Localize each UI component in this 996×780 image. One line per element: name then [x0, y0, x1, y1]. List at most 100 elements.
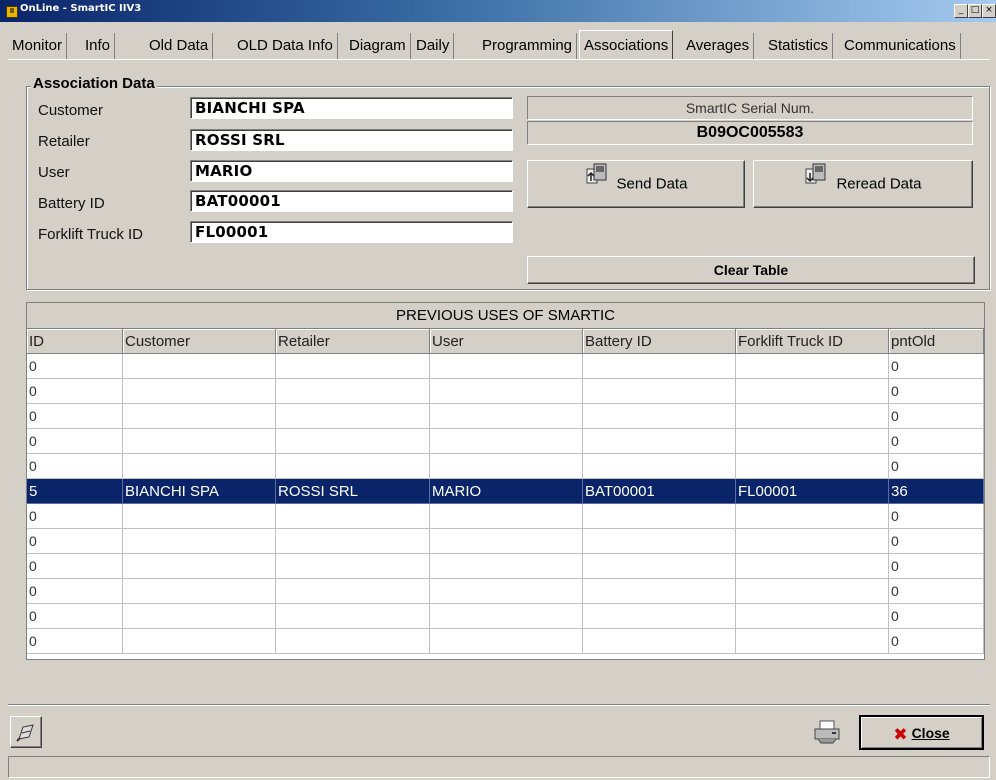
- cell-id[interactable]: 0: [27, 579, 123, 604]
- cell-pntold[interactable]: 0: [889, 429, 984, 454]
- table-row[interactable]: 00: [27, 354, 984, 379]
- tab-old-data-info[interactable]: OLD Data Info: [233, 33, 338, 59]
- cell-forklift-truck-id[interactable]: [736, 404, 889, 429]
- col-header-customer[interactable]: Customer: [123, 329, 276, 354]
- cell-retailer[interactable]: ROSSI SRL: [276, 479, 430, 504]
- cell-customer[interactable]: [123, 379, 276, 404]
- battery-id-field[interactable]: BAT00001: [190, 190, 513, 212]
- cell-customer[interactable]: [123, 354, 276, 379]
- cell-retailer[interactable]: [276, 354, 430, 379]
- cell-battery-id[interactable]: [583, 529, 736, 554]
- col-header-id[interactable]: ID: [27, 329, 123, 354]
- cell-pntold[interactable]: 0: [889, 554, 984, 579]
- table-row[interactable]: 00: [27, 429, 984, 454]
- cell-customer[interactable]: [123, 454, 276, 479]
- table-row[interactable]: 00: [27, 504, 984, 529]
- cell-retailer[interactable]: [276, 579, 430, 604]
- cell-customer[interactable]: [123, 554, 276, 579]
- table-row[interactable]: 00: [27, 554, 984, 579]
- maximize-button[interactable]: □: [968, 4, 982, 18]
- cell-pntold[interactable]: 0: [889, 379, 984, 404]
- cell-retailer[interactable]: [276, 504, 430, 529]
- cell-id[interactable]: 0: [27, 629, 123, 654]
- tab-associations[interactable]: Associations: [579, 30, 674, 60]
- cell-customer[interactable]: [123, 579, 276, 604]
- clear-table-button[interactable]: Clear Table: [527, 256, 975, 284]
- table-row[interactable]: 00: [27, 379, 984, 404]
- cell-pntold[interactable]: 0: [889, 529, 984, 554]
- cell-user[interactable]: [430, 379, 583, 404]
- cell-customer[interactable]: [123, 629, 276, 654]
- cell-id[interactable]: 0: [27, 354, 123, 379]
- cell-pntold[interactable]: 0: [889, 404, 984, 429]
- print-button[interactable]: [807, 714, 847, 750]
- cell-user[interactable]: MARIO: [430, 479, 583, 504]
- cell-user[interactable]: [430, 529, 583, 554]
- tab-diagram[interactable]: Diagram: [345, 33, 411, 59]
- col-header-user[interactable]: User: [430, 329, 583, 354]
- cell-user[interactable]: [430, 404, 583, 429]
- tab-monitor[interactable]: Monitor: [8, 33, 68, 59]
- cell-id[interactable]: 0: [27, 379, 123, 404]
- cell-battery-id[interactable]: [583, 629, 736, 654]
- cell-pntold[interactable]: 0: [889, 579, 984, 604]
- cell-id[interactable]: 0: [27, 504, 123, 529]
- tab-old-data[interactable]: Old Data: [145, 33, 214, 59]
- cell-battery-id[interactable]: [583, 429, 736, 454]
- cell-pntold[interactable]: 0: [889, 604, 984, 629]
- cell-customer[interactable]: [123, 404, 276, 429]
- send-data-button[interactable]: Send Data: [527, 160, 745, 208]
- cell-battery-id[interactable]: [583, 404, 736, 429]
- cell-user[interactable]: [430, 579, 583, 604]
- cell-retailer[interactable]: [276, 454, 430, 479]
- table-row[interactable]: 00: [27, 579, 984, 604]
- reread-data-button[interactable]: Reread Data: [753, 160, 973, 208]
- cell-user[interactable]: [430, 429, 583, 454]
- cell-customer[interactable]: [123, 429, 276, 454]
- cell-battery-id[interactable]: [583, 454, 736, 479]
- user-field[interactable]: MARIO: [190, 160, 513, 182]
- cell-user[interactable]: [430, 554, 583, 579]
- cell-forklift-truck-id[interactable]: FL00001: [736, 479, 889, 504]
- table-row[interactable]: 00: [27, 604, 984, 629]
- cell-id[interactable]: 0: [27, 529, 123, 554]
- col-header-pntold[interactable]: pntOld: [889, 329, 984, 354]
- cell-forklift-truck-id[interactable]: [736, 529, 889, 554]
- close-button[interactable]: ✖ Close: [859, 715, 984, 750]
- cell-retailer[interactable]: [276, 604, 430, 629]
- cell-retailer[interactable]: [276, 429, 430, 454]
- cell-retailer[interactable]: [276, 379, 430, 404]
- table-row-selected[interactable]: 5 BIANCHI SPA ROSSI SRL MARIO BAT00001 FL0000…: [27, 479, 984, 504]
- serial-cable-button[interactable]: [10, 716, 42, 748]
- col-header-battery-id[interactable]: Battery ID: [583, 329, 736, 354]
- cell-forklift-truck-id[interactable]: [736, 354, 889, 379]
- title-bar[interactable]: II OnLine - SmartIC IIV3 _ □ ×: [0, 0, 996, 22]
- cell-pntold[interactable]: 0: [889, 629, 984, 654]
- table-row[interactable]: 00: [27, 529, 984, 554]
- cell-id[interactable]: 5: [27, 479, 123, 504]
- cell-battery-id[interactable]: [583, 379, 736, 404]
- cell-forklift-truck-id[interactable]: [736, 629, 889, 654]
- cell-id[interactable]: 0: [27, 454, 123, 479]
- cell-pntold[interactable]: 0: [889, 454, 984, 479]
- cell-user[interactable]: [430, 629, 583, 654]
- tab-programming[interactable]: Programming: [478, 33, 578, 59]
- cell-forklift-truck-id[interactable]: [736, 554, 889, 579]
- cell-pntold[interactable]: 0: [889, 354, 984, 379]
- tab-communications[interactable]: Communications: [840, 33, 961, 59]
- cell-retailer[interactable]: [276, 629, 430, 654]
- cell-battery-id[interactable]: [583, 354, 736, 379]
- cell-id[interactable]: 0: [27, 554, 123, 579]
- col-header-retailer[interactable]: Retailer: [276, 329, 430, 354]
- table-row[interactable]: 00: [27, 454, 984, 479]
- cell-retailer[interactable]: [276, 554, 430, 579]
- forklift-truck-id-field[interactable]: FL00001: [190, 221, 513, 243]
- cell-forklift-truck-id[interactable]: [736, 604, 889, 629]
- cell-customer[interactable]: [123, 529, 276, 554]
- cell-user[interactable]: [430, 504, 583, 529]
- tab-info[interactable]: Info: [81, 33, 116, 59]
- minimize-button[interactable]: _: [954, 4, 968, 18]
- tab-daily[interactable]: Daily: [412, 33, 455, 59]
- cell-forklift-truck-id[interactable]: [736, 454, 889, 479]
- cell-customer[interactable]: [123, 604, 276, 629]
